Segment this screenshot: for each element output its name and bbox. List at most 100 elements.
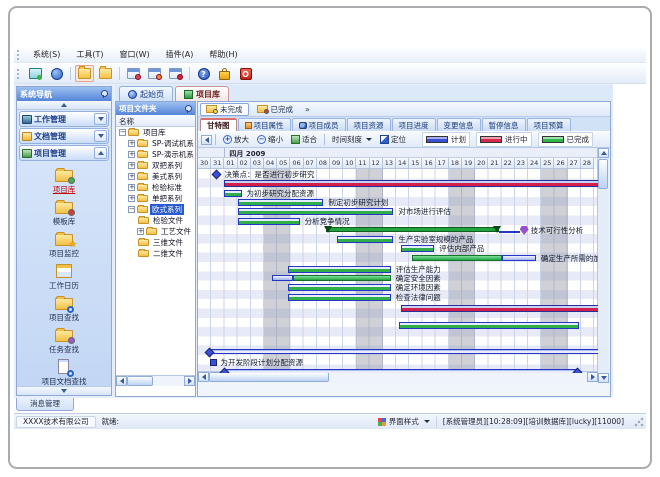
gantt-tool-zoom-in[interactable]: +放大 <box>219 133 253 146</box>
folder-window-button[interactable] <box>96 65 115 82</box>
gantt-milestone-pentagon[interactable] <box>520 226 529 235</box>
expand-button[interactable] <box>94 130 107 142</box>
expand-toggle[interactable]: + <box>137 228 144 235</box>
gantt-bar-task[interactable] <box>224 190 241 197</box>
gantt-bar-task[interactable] <box>238 208 394 215</box>
gantt-milestone-diamond[interactable] <box>212 170 222 180</box>
gantt-bar-summary-plan[interactable] <box>209 349 598 354</box>
gantt-bar-done[interactable] <box>293 275 391 281</box>
gantt-bar-task[interactable] <box>238 218 300 225</box>
toolbar-overflow-button[interactable]: » <box>301 105 314 114</box>
gantt-bar-redcombo[interactable] <box>401 305 598 312</box>
collapse-tree-button[interactable] <box>201 135 212 145</box>
gantt-bar-redcombo[interactable] <box>224 180 598 187</box>
menu-item-4[interactable]: 帮助(H) <box>201 47 245 62</box>
scroll-track[interactable] <box>329 372 587 383</box>
gantt-bar-task[interactable] <box>288 294 391 301</box>
expand-toggle[interactable]: + <box>128 195 135 202</box>
scroll-down-button[interactable] <box>598 373 609 383</box>
menu-item-0[interactable]: 系统(S) <box>25 47 68 62</box>
toolbar-grip[interactable] <box>17 69 22 79</box>
sidebar-scroll-up-button[interactable] <box>17 101 111 110</box>
globe-button[interactable] <box>47 65 66 82</box>
pin-icon[interactable] <box>184 105 192 113</box>
sidebar-scroll-down-button[interactable] <box>17 386 111 395</box>
menu-item-3[interactable]: 插件(A) <box>158 47 202 62</box>
gantt-bar-task[interactable] <box>238 199 324 206</box>
gantt-tab-2[interactable]: 项目成员 <box>292 118 346 131</box>
nav-group-button-2[interactable]: 项目管理 <box>19 145 109 161</box>
exit-button[interactable]: O <box>236 65 255 82</box>
main-tab-0[interactable]: 起始页 <box>119 86 173 101</box>
tree-row-5[interactable]: +检验标准 <box>116 182 195 193</box>
scroll-thumb[interactable] <box>209 372 329 382</box>
gantt-bar-done[interactable] <box>412 255 502 261</box>
tree-horizontal-scrollbar[interactable] <box>116 375 195 386</box>
gantt-bar-task[interactable] <box>288 266 391 273</box>
expand-toggle[interactable]: + <box>128 173 135 180</box>
gantt-bar-summary-plan[interactable] <box>224 369 576 373</box>
window-new-button[interactable] <box>124 65 143 82</box>
scroll-track[interactable] <box>153 376 184 386</box>
gantt-tool-fit[interactable]: 适合 <box>287 133 321 146</box>
sidebar-item-6[interactable]: 项目文档查找 <box>17 358 111 385</box>
ui-style-button[interactable]: 界面样式 <box>372 416 437 428</box>
tree-row-11[interactable]: 二维文件 <box>116 248 195 259</box>
tree-row-6[interactable]: +单把系列 <box>116 193 195 204</box>
gantt-tab-5[interactable]: 变更信息 <box>437 118 481 131</box>
scroll-right-button[interactable] <box>587 372 598 382</box>
monitor-button[interactable] <box>26 65 45 82</box>
gantt-bar-task[interactable] <box>337 236 394 243</box>
tree-row-0[interactable]: −项目库 <box>116 127 195 138</box>
gantt-tab-4[interactable]: 项目进度 <box>392 118 436 131</box>
scroll-thumb[interactable] <box>127 376 153 386</box>
menubar-grip[interactable] <box>17 50 22 60</box>
main-tab-1[interactable]: 项目库 <box>175 86 229 101</box>
gantt-bar-link[interactable] <box>499 231 520 233</box>
tree-row-8[interactable]: 检验文件 <box>116 215 195 226</box>
help-button[interactable]: ? <box>194 65 213 82</box>
resize-grip[interactable] <box>634 417 644 427</box>
filter-button-1[interactable]: 已完成 <box>251 103 300 116</box>
nav-group-button-1[interactable]: 文档管理 <box>19 128 109 144</box>
gantt-vertical-scrollbar[interactable] <box>597 148 609 383</box>
sidebar-item-0[interactable]: 项目库 <box>17 166 111 197</box>
gantt-milestone-square[interactable] <box>210 359 217 366</box>
tree-row-4[interactable]: +美式系列 <box>116 171 195 182</box>
scroll-track[interactable] <box>598 190 609 373</box>
gantt-tool-dropdown[interactable]: 时间刻度 <box>328 133 376 146</box>
gantt-bar-plan[interactable] <box>502 255 536 261</box>
window-close-button[interactable] <box>166 65 185 82</box>
collapse-toggle[interactable]: − <box>128 206 135 213</box>
nav-group-button-0[interactable]: 工作管理 <box>19 111 109 127</box>
sidebar-item-2[interactable]: ★项目监控 <box>17 230 111 261</box>
tree-row-7[interactable]: −欧式系列 <box>116 204 195 215</box>
tree-row-3[interactable]: +双把系列 <box>116 160 195 171</box>
sidebar-item-1[interactable]: 模板库 <box>17 198 111 229</box>
expand-toggle[interactable]: + <box>128 151 135 158</box>
message-management-tab[interactable]: 消息管理 <box>16 398 74 411</box>
scroll-right-button[interactable] <box>184 376 195 386</box>
collapse-toggle[interactable]: − <box>119 129 126 136</box>
collapse-button[interactable] <box>94 147 107 159</box>
gantt-bar-task[interactable] <box>399 322 580 329</box>
gantt-bar-plan[interactable] <box>272 275 293 281</box>
sidebar-item-4[interactable]: 项目查找 <box>17 294 111 325</box>
gantt-tab-3[interactable]: 项目资源 <box>347 118 391 131</box>
tree-row-2[interactable]: +SP-演示机系 <box>116 149 195 160</box>
gantt-tab-1[interactable]: 项目属性 <box>238 118 291 131</box>
lock-button[interactable] <box>215 65 234 82</box>
scroll-left-button[interactable] <box>116 376 127 386</box>
gantt-tool-zoom-out[interactable]: −缩小 <box>253 133 287 146</box>
gantt-tool-locate[interactable]: 定位 <box>376 133 410 146</box>
expand-toggle[interactable]: + <box>128 140 135 147</box>
gantt-bar-summary-done[interactable] <box>326 227 499 232</box>
scroll-up-button[interactable] <box>598 148 609 158</box>
tree-row-9[interactable]: +工艺文件 <box>116 226 195 237</box>
folder-open-button[interactable] <box>75 65 94 82</box>
menu-item-1[interactable]: 工具(T) <box>68 47 111 62</box>
expand-toggle[interactable]: + <box>128 184 135 191</box>
menu-item-2[interactable]: 窗口(W) <box>111 47 157 62</box>
expand-button[interactable] <box>94 113 107 125</box>
filter-button-0[interactable]: 未完成 <box>200 103 249 116</box>
